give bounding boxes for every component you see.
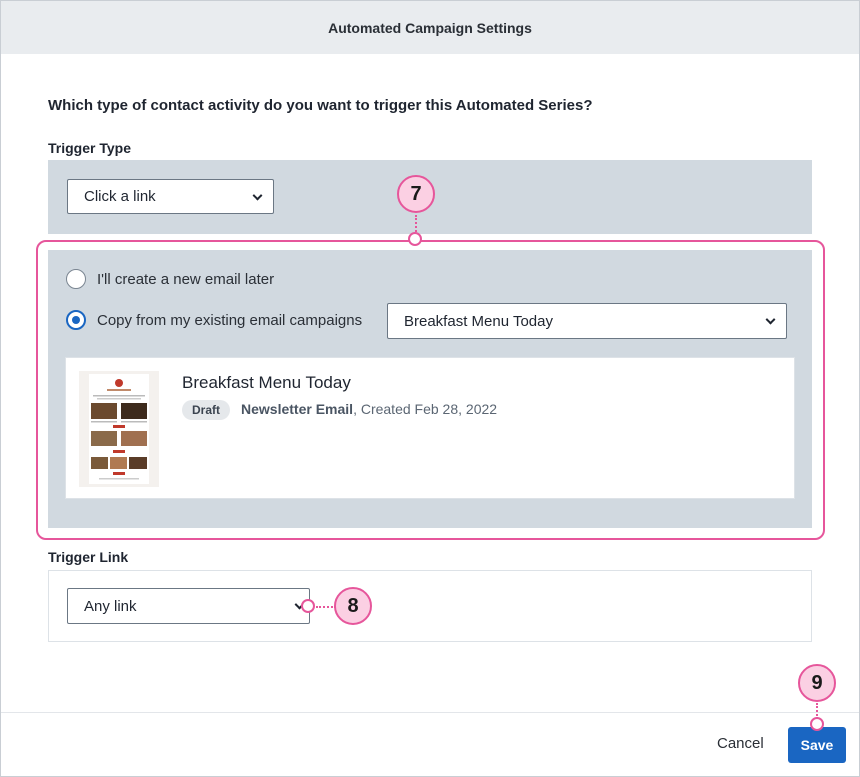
trigger-type-select[interactable]: Click a link (67, 179, 274, 214)
trigger-type-label: Trigger Type (48, 140, 131, 156)
callout-anchor-dot (408, 232, 422, 246)
dialog-title: Automated Campaign Settings (328, 19, 532, 36)
callout-connector (316, 606, 336, 608)
callout-7: 7 (397, 175, 435, 213)
callout-highlight-box (36, 240, 825, 540)
chevron-down-icon (252, 190, 263, 201)
callout-9: 9 (798, 664, 836, 702)
trigger-link-label: Trigger Link (48, 549, 129, 565)
footer-divider (1, 712, 859, 713)
cancel-button[interactable]: Cancel (717, 735, 764, 752)
callout-8: 8 (334, 587, 372, 625)
callout-anchor-dot (810, 717, 824, 731)
trigger-link-select[interactable]: Any link (67, 588, 310, 624)
trigger-type-value: Click a link (84, 188, 156, 205)
callout-anchor-dot (301, 599, 315, 613)
save-button[interactable]: Save (788, 727, 846, 763)
dialog-header: Automated Campaign Settings (1, 1, 859, 54)
trigger-link-value: Any link (84, 597, 137, 615)
trigger-question: Which type of contact activity do you wa… (48, 97, 593, 114)
